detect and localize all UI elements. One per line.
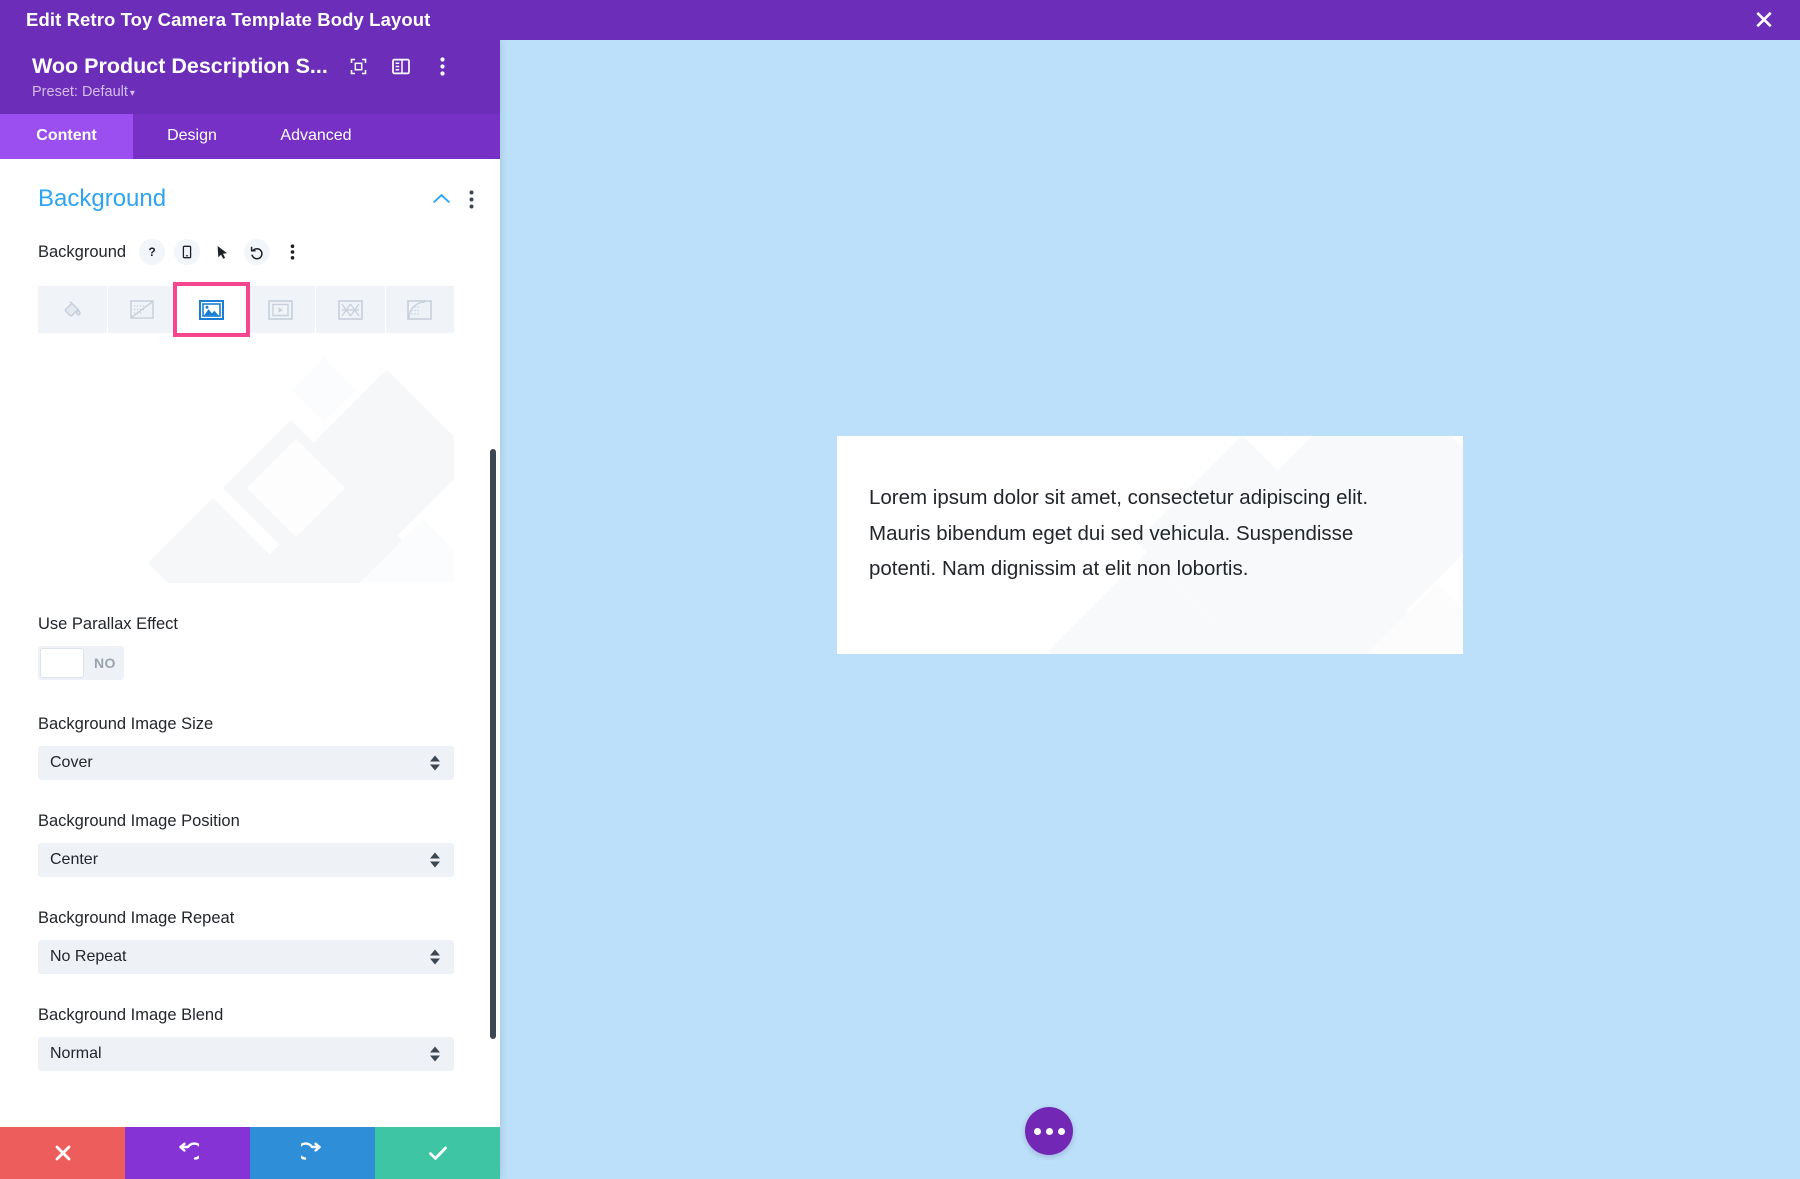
field-use-parallax-effect: Use Parallax Effect NO: [38, 615, 454, 683]
window-title-bar: Edit Retro Toy Camera Template Body Layo…: [0, 0, 1800, 40]
save-button[interactable]: [375, 1127, 500, 1179]
module-settings-panel: Woo Product Description S...: [0, 40, 500, 1179]
panel-scrollbar[interactable]: [490, 449, 496, 1039]
select-value: Center: [38, 851, 98, 869]
background-type-selector: [38, 286, 454, 333]
section-title: Background: [38, 185, 166, 213]
layout-panel-icon[interactable]: [390, 56, 412, 78]
cancel-button[interactable]: [0, 1127, 125, 1179]
select-value: Cover: [38, 754, 93, 772]
toggle-knob: [40, 648, 84, 678]
field-background-image-size: Background Image Size Cover: [38, 715, 454, 780]
background-image-blend-select[interactable]: Normal: [38, 1037, 454, 1071]
undo-icon: [176, 1142, 199, 1165]
select-value: No Repeat: [38, 948, 127, 966]
redo-icon: [301, 1142, 324, 1165]
stepper-arrows-icon: [430, 950, 440, 965]
toggle-state-label: NO: [86, 655, 116, 671]
responsive-icon[interactable]: [174, 239, 200, 265]
background-image-repeat-select[interactable]: No Repeat: [38, 940, 454, 974]
preset-label: Preset: Default: [32, 84, 128, 100]
settings-action-bar: [0, 1127, 500, 1179]
background-image-preview[interactable]: [38, 355, 454, 583]
svg-text:?: ?: [148, 245, 155, 259]
field-background-image-repeat: Background Image Repeat No Repeat: [38, 909, 454, 974]
undo-button[interactable]: [125, 1127, 250, 1179]
tab-design[interactable]: Design: [133, 114, 251, 159]
field-background-image-blend: Background Image Blend Normal: [38, 1006, 454, 1071]
fab-dot: [1058, 1128, 1065, 1135]
use-parallax-effect-toggle[interactable]: NO: [38, 646, 124, 680]
hover-cursor-icon[interactable]: [209, 239, 235, 265]
background-field-row: Background ?: [0, 213, 500, 265]
field-background-image-position: Background Image Position Center: [38, 812, 454, 877]
background-mask-tab[interactable]: [386, 286, 455, 333]
more-vertical-icon[interactable]: [469, 190, 474, 209]
field-label-background-image-blend: Background Image Blend: [38, 1006, 454, 1025]
select-value: Normal: [38, 1045, 102, 1063]
tab-advanced[interactable]: Advanced: [251, 114, 381, 159]
stepper-arrows-icon: [430, 756, 440, 771]
background-color-tab[interactable]: [38, 286, 107, 333]
check-icon: [426, 1141, 450, 1165]
page-preview-canvas[interactable]: Lorem ipsum dolor sit amet, consectetur …: [500, 40, 1800, 1179]
module-body-text: Lorem ipsum dolor sit amet, consectetur …: [837, 436, 1463, 587]
chevron-down-icon: ▾: [130, 88, 135, 99]
field-label-background-image-repeat: Background Image Repeat: [38, 909, 454, 928]
settings-tabs: Content Design Advanced: [0, 114, 500, 159]
background-image-tab[interactable]: [177, 286, 246, 333]
close-icon: [53, 1143, 73, 1163]
reset-icon[interactable]: [244, 239, 270, 265]
fab-dot: [1046, 1128, 1053, 1135]
field-label-background-image-size: Background Image Size: [38, 715, 454, 734]
more-vertical-icon[interactable]: [279, 239, 305, 265]
background-field-label: Background: [38, 243, 126, 262]
help-icon[interactable]: ?: [139, 239, 165, 265]
window-title: Edit Retro Toy Camera Template Body Layo…: [26, 9, 430, 31]
settings-panel-body: Background Background ?: [0, 159, 500, 1127]
background-gradient-tab[interactable]: [108, 286, 177, 333]
settings-panel-header: Woo Product Description S...: [0, 40, 500, 114]
background-pattern-tab[interactable]: [316, 286, 385, 333]
product-description-module[interactable]: Lorem ipsum dolor sit amet, consectetur …: [837, 436, 1463, 654]
tab-content[interactable]: Content: [0, 114, 133, 159]
chevron-up-icon[interactable]: [432, 193, 451, 205]
background-section-header: Background: [0, 159, 500, 213]
preset-selector[interactable]: Preset: Default▾: [0, 79, 500, 114]
background-video-tab[interactable]: [247, 286, 316, 333]
fab-dot: [1034, 1128, 1041, 1135]
field-label-use-parallax-effect: Use Parallax Effect: [38, 615, 454, 634]
background-image-size-select[interactable]: Cover: [38, 746, 454, 780]
decorative-diamond-pattern: [143, 355, 454, 583]
more-vertical-icon[interactable]: [432, 56, 454, 78]
module-title: Woo Product Description S...: [32, 54, 328, 79]
focus-target-icon[interactable]: [348, 56, 370, 78]
redo-button[interactable]: [250, 1127, 375, 1179]
stepper-arrows-icon: [430, 853, 440, 868]
stepper-arrows-icon: [430, 1047, 440, 1062]
background-image-position-select[interactable]: Center: [38, 843, 454, 877]
page-settings-fab[interactable]: [1025, 1107, 1073, 1155]
field-label-background-image-position: Background Image Position: [38, 812, 454, 831]
close-icon[interactable]: ✕: [1750, 6, 1778, 34]
